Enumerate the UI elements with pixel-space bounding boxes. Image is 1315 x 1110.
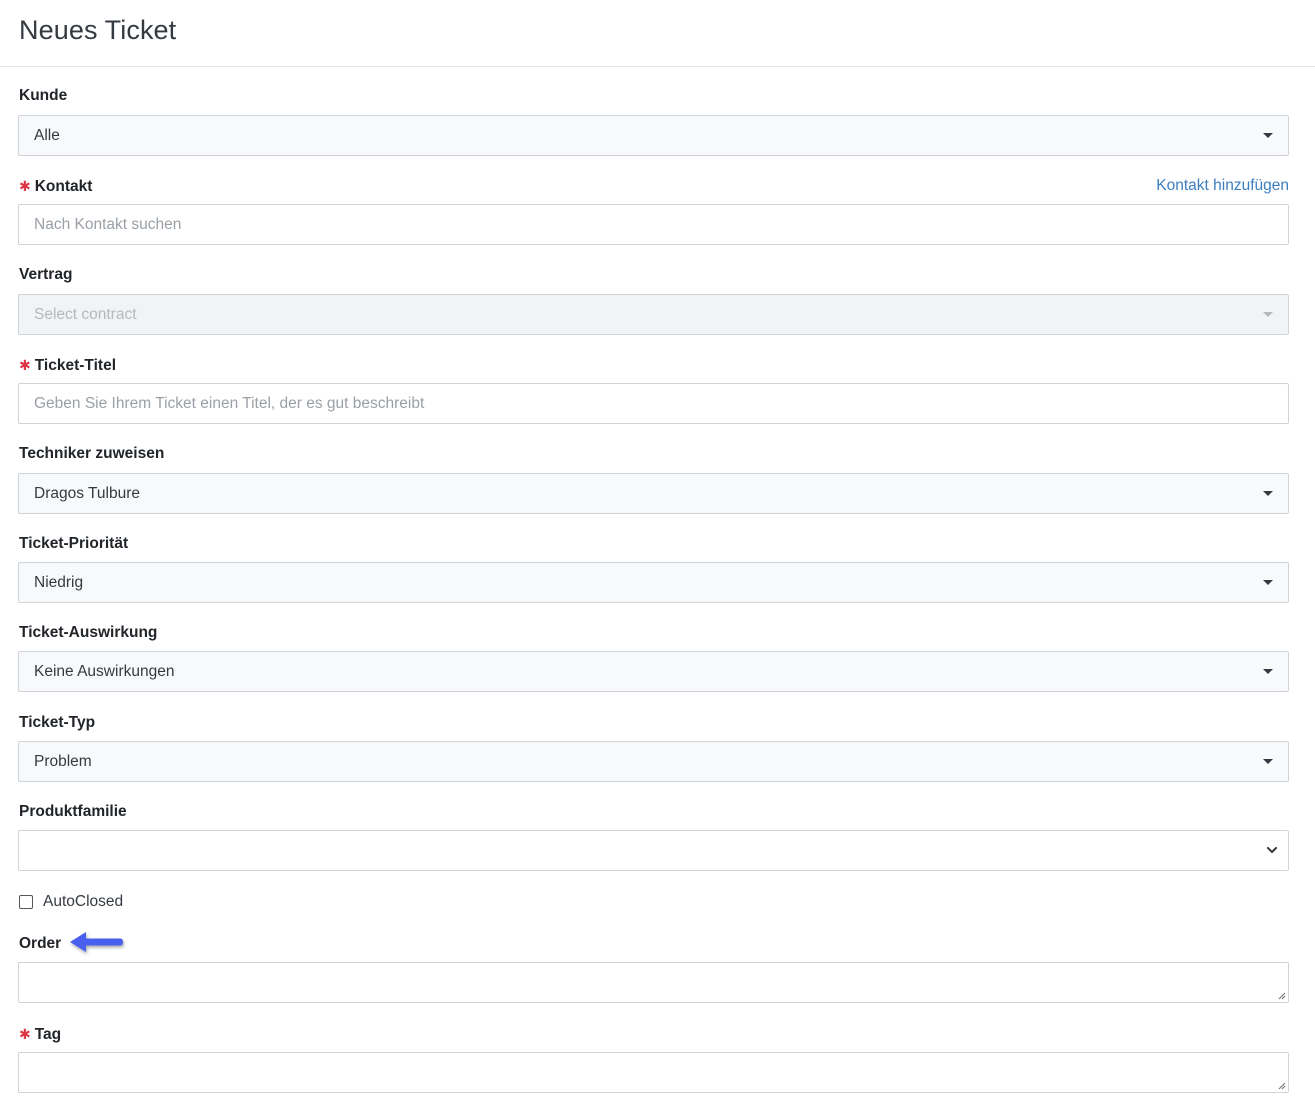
vertrag-placeholder: Select contract bbox=[34, 306, 137, 323]
prioritaet-select[interactable]: Niedrig bbox=[18, 562, 1289, 603]
tag-textarea[interactable] bbox=[18, 1052, 1289, 1093]
auswirkung-label: Ticket-Auswirkung bbox=[19, 624, 158, 641]
resize-handle-icon[interactable] bbox=[1277, 1081, 1286, 1090]
vertrag-label: Vertrag bbox=[19, 266, 73, 283]
prioritaet-value: Niedrig bbox=[34, 574, 84, 591]
tag-label: ✱ Tag bbox=[19, 1026, 62, 1043]
caret-down-icon bbox=[1263, 312, 1273, 317]
typ-label: Ticket-Typ bbox=[19, 714, 96, 731]
order-label: Order bbox=[19, 935, 62, 952]
order-textarea[interactable] bbox=[18, 962, 1289, 1003]
kontakt-placeholder: Nach Kontakt suchen bbox=[34, 216, 182, 233]
autoclosed-label: AutoClosed bbox=[43, 893, 124, 910]
produktfamilie-label: Produktfamilie bbox=[19, 803, 127, 820]
typ-value: Problem bbox=[34, 753, 92, 770]
resize-handle-icon[interactable] bbox=[1277, 991, 1286, 1000]
add-contact-link[interactable]: Kontakt hinzufügen bbox=[1156, 176, 1289, 196]
arrow-left-icon bbox=[70, 932, 123, 952]
techniker-value: Dragos Tulbure bbox=[34, 485, 140, 502]
caret-down-icon bbox=[1263, 133, 1273, 138]
kunde-select[interactable]: Alle bbox=[18, 115, 1289, 156]
ticket-titel-label: ✱ Ticket-Titel bbox=[19, 357, 116, 374]
prioritaet-label: Ticket-Priorität bbox=[19, 535, 129, 552]
produktfamilie-select[interactable] bbox=[18, 830, 1289, 871]
vertrag-select[interactable]: Select contract bbox=[18, 294, 1289, 335]
required-icon: ✱ bbox=[19, 178, 31, 194]
required-icon: ✱ bbox=[19, 357, 31, 373]
ticket-titel-input[interactable]: Geben Sie Ihrem Ticket einen Titel, der … bbox=[18, 383, 1289, 424]
auswirkung-value: Keine Auswirkungen bbox=[34, 663, 175, 680]
kontakt-search-input[interactable]: Nach Kontakt suchen bbox=[18, 204, 1289, 245]
kunde-label: Kunde bbox=[19, 87, 68, 104]
caret-down-icon bbox=[1263, 580, 1273, 585]
techniker-select[interactable]: Dragos Tulbure bbox=[18, 473, 1289, 514]
ticket-titel-placeholder: Geben Sie Ihrem Ticket einen Titel, der … bbox=[34, 395, 425, 412]
typ-select[interactable]: Problem bbox=[18, 741, 1289, 782]
page-header: Neues Ticket bbox=[0, 0, 1315, 67]
caret-down-icon bbox=[1263, 491, 1273, 496]
autoclosed-checkbox[interactable] bbox=[19, 895, 33, 909]
auswirkung-select[interactable]: Keine Auswirkungen bbox=[18, 651, 1289, 692]
page-title: Neues Ticket bbox=[19, 15, 177, 45]
techniker-label: Techniker zuweisen bbox=[19, 445, 165, 462]
kontakt-label: ✱ Kontakt bbox=[19, 178, 93, 195]
chevron-down-icon bbox=[1267, 847, 1277, 853]
caret-down-icon bbox=[1263, 759, 1273, 764]
autoclosed-row[interactable]: AutoClosed bbox=[19, 892, 123, 912]
required-icon: ✱ bbox=[19, 1026, 31, 1042]
caret-down-icon bbox=[1263, 669, 1273, 674]
kunde-value: Alle bbox=[34, 127, 60, 144]
